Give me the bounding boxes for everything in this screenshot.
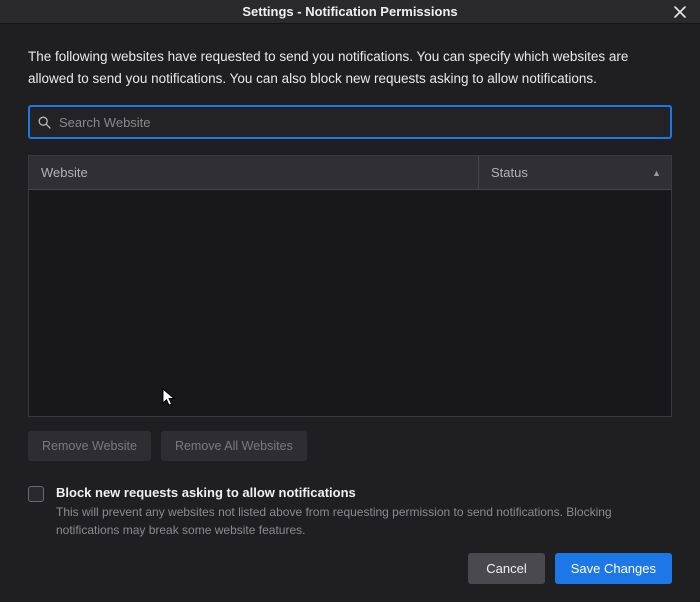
column-header-status-label: Status — [491, 165, 528, 180]
search-field[interactable] — [28, 105, 672, 139]
close-icon — [673, 5, 687, 19]
search-input[interactable] — [59, 115, 662, 130]
column-header-status[interactable]: Status ▲ — [479, 165, 671, 180]
block-new-label[interactable]: Block new requests asking to allow notif… — [56, 485, 672, 500]
block-new-checkbox[interactable] — [28, 486, 44, 502]
table-action-row: Remove Website Remove All Websites — [28, 431, 672, 461]
remove-all-websites-button[interactable]: Remove All Websites — [161, 431, 307, 461]
dialog-footer: Cancel Save Changes — [28, 539, 672, 584]
sort-asc-icon: ▲ — [652, 168, 661, 178]
dialog-body: The following websites have requested to… — [0, 24, 700, 602]
column-header-website[interactable]: Website — [29, 165, 478, 180]
remove-website-button[interactable]: Remove Website — [28, 431, 151, 461]
close-button[interactable] — [670, 2, 690, 22]
search-icon — [38, 116, 51, 129]
websites-table-body — [28, 189, 672, 417]
block-new-text: Block new requests asking to allow notif… — [56, 485, 672, 539]
save-changes-button[interactable]: Save Changes — [555, 553, 672, 584]
table-header: Website Status ▲ — [28, 155, 672, 189]
block-new-description: This will prevent any websites not liste… — [56, 504, 672, 539]
intro-text: The following websites have requested to… — [28, 46, 672, 89]
block-new-row: Block new requests asking to allow notif… — [28, 485, 672, 539]
titlebar: Settings - Notification Permissions — [0, 0, 700, 24]
dialog-title: Settings - Notification Permissions — [242, 4, 457, 19]
cancel-button[interactable]: Cancel — [468, 553, 544, 584]
settings-dialog: Settings - Notification Permissions The … — [0, 0, 700, 602]
